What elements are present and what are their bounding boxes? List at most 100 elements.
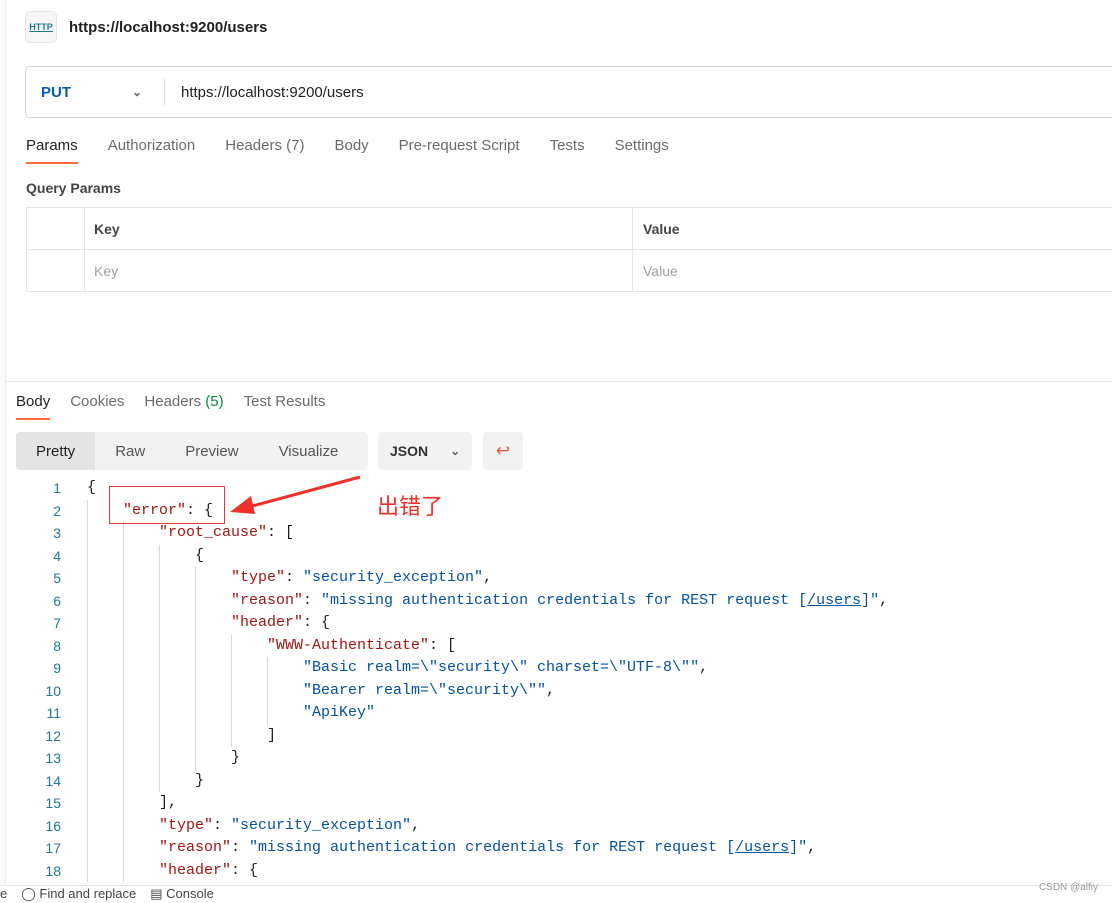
- code-token: : [: [267, 524, 295, 541]
- indent-guide: [87, 679, 88, 702]
- indent-guide: [87, 522, 88, 545]
- tab-headers[interactable]: Headers (7): [225, 137, 304, 162]
- indent-guide: [195, 679, 196, 702]
- line-number: 4: [53, 547, 61, 564]
- code-token: {: [195, 546, 205, 564]
- table-header: Key Value: [27, 208, 1112, 250]
- chevron-down-icon: ⌄: [450, 444, 461, 458]
- code-token: : {: [231, 861, 259, 879]
- indent-guide: [87, 544, 88, 567]
- console-button[interactable]: ▤ Console: [150, 886, 214, 903]
- tab-label: Body: [334, 137, 369, 154]
- code-token: :: [285, 569, 304, 586]
- format-select[interactable]: JSON ⌄: [378, 432, 472, 470]
- line-number: 5: [53, 570, 61, 586]
- key-header: Key: [85, 208, 633, 249]
- code-text: "header": {: [159, 860, 258, 883]
- indent-guide: [123, 657, 124, 680]
- value-input[interactable]: Value: [633, 250, 1112, 291]
- indent-guide: [231, 634, 232, 657]
- line-number: 15: [45, 795, 61, 811]
- code-token: "missing authentication credentials for …: [321, 591, 808, 609]
- indent-guide: [123, 792, 124, 815]
- code-token: ]: [267, 726, 277, 744]
- line-number: 8: [53, 637, 61, 654]
- key-input[interactable]: Key: [85, 250, 633, 291]
- tab-test-results[interactable]: Test Results: [244, 393, 326, 418]
- code-token: : [: [429, 636, 457, 654]
- console-label: Console: [166, 886, 214, 901]
- request-title: HTTP https://localhost:9200/users: [25, 11, 267, 43]
- code-text: "header": {: [231, 612, 330, 635]
- tab-body[interactable]: Body: [16, 393, 51, 420]
- code-token: "Basic realm=\"security\" charset=\"UTF-…: [303, 659, 700, 676]
- indent-guide: [123, 522, 124, 545]
- tab-headers[interactable]: Headers (5): [144, 393, 223, 418]
- code-token: : {: [303, 614, 331, 631]
- view-visualize[interactable]: Visualize: [259, 432, 359, 470]
- indent-guide: [159, 634, 160, 657]
- indent-guide: [231, 702, 232, 725]
- pane-divider[interactable]: [6, 381, 1112, 382]
- code-text: "ApiKey": [303, 702, 375, 725]
- http-icon: HTTP: [25, 11, 57, 43]
- line-number: 18: [45, 862, 61, 879]
- indent-guide: [87, 589, 88, 612]
- code-token: "security_exception": [303, 569, 484, 586]
- annotation-text: 出错了: [377, 494, 444, 519]
- code-token: "security_exception": [231, 816, 412, 834]
- url-input[interactable]: https://localhost:9200/users: [165, 84, 364, 101]
- view-pretty[interactable]: Pretty: [16, 432, 96, 470]
- tab-label: Params: [26, 137, 78, 154]
- watermark: CSDN @alfiy: [1038, 882, 1098, 893]
- code-token: "reason": [159, 839, 232, 856]
- code-token: "Bearer realm=\"security\"": [303, 681, 547, 699]
- tab-label: Authorization: [107, 137, 196, 154]
- method-label: PUT: [41, 83, 71, 101]
- code-link[interactable]: /users: [807, 592, 861, 609]
- tab-body[interactable]: Body: [334, 137, 368, 162]
- tab-label: Tests: [549, 137, 585, 154]
- find-replace-button[interactable]: ◯ Find and replace: [21, 886, 136, 903]
- status-partial: e: [0, 886, 8, 901]
- tab-cookies[interactable]: Cookies: [70, 393, 124, 418]
- code-text: ]: [267, 725, 276, 748]
- indent-guide: [267, 702, 268, 725]
- code-token: }: [195, 771, 205, 789]
- code-text: }: [231, 747, 240, 770]
- code-token: ,: [879, 591, 889, 609]
- indent-guide: [87, 814, 88, 837]
- line-number: 2: [53, 502, 61, 519]
- code-token: "WWW-Authenticate": [267, 636, 430, 654]
- line-number: 10: [45, 682, 61, 699]
- code-link[interactable]: /users: [735, 839, 789, 856]
- code-text: }: [195, 770, 204, 793]
- tab-pre-request-script[interactable]: Pre-request Script: [399, 137, 520, 162]
- indent-guide: [123, 702, 124, 725]
- code-token: ]": [861, 591, 880, 609]
- tab-tests[interactable]: Tests: [550, 137, 585, 162]
- request-tabs: Params Authorization Headers (7) Body Pre-re…: [26, 137, 699, 164]
- tab-authorization[interactable]: Authorization: [108, 137, 196, 162]
- method-select[interactable]: PUT ⌄: [26, 78, 165, 106]
- indent-guide: [195, 634, 196, 657]
- indent-guide: [159, 702, 160, 725]
- row-checkbox[interactable]: [27, 250, 85, 291]
- tab-label: Body: [16, 393, 51, 410]
- view-raw[interactable]: Raw: [95, 432, 165, 470]
- code-token: {: [87, 479, 97, 496]
- tab-params[interactable]: Params: [26, 137, 78, 164]
- tab-settings[interactable]: Settings: [615, 137, 669, 162]
- query-params-title: Query Params: [26, 180, 121, 196]
- code-token: }: [231, 749, 241, 766]
- response-tabs: Body Cookies Headers (5) Test Results: [16, 393, 345, 420]
- code-text: "WWW-Authenticate": [: [267, 635, 456, 658]
- view-preview[interactable]: Preview: [165, 432, 258, 470]
- code-token: :: [231, 839, 250, 856]
- indent-guide: [231, 657, 232, 680]
- code-text: "reason": "missing authentication creden…: [159, 837, 816, 860]
- indent-guide: [195, 589, 196, 612]
- wrap-lines-button[interactable]: ↩: [483, 432, 523, 470]
- indent-guide: [87, 837, 88, 860]
- tab-label: Headers: [144, 393, 202, 410]
